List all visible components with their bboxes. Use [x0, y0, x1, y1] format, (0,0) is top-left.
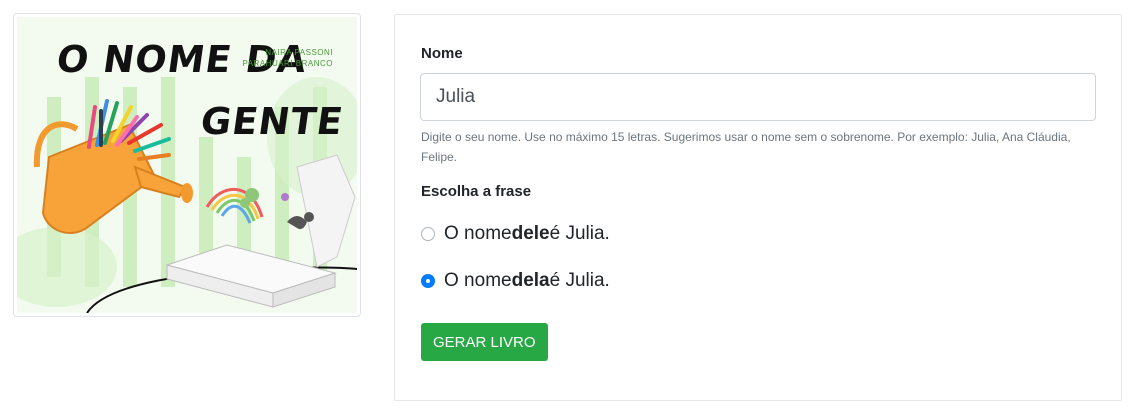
- phrase-option-dela-prefix: O nome: [444, 270, 512, 291]
- phrase-label: Escolha a frase: [421, 183, 532, 200]
- radio-dela[interactable]: [421, 274, 435, 288]
- cover-author: NAIRA PASSONI: [265, 48, 333, 57]
- generate-book-button[interactable]: GERAR LIVRO: [421, 323, 548, 361]
- phrase-option-dela-emph: dela: [511, 270, 550, 291]
- book-cover: O NOME DA GENTE NAIRA PASSONI PARAHUARI …: [17, 17, 357, 313]
- radio-dele[interactable]: [421, 227, 435, 241]
- phrase-option-dela[interactable]: O nome dela é Julia.: [421, 270, 610, 292]
- cover-title-line-2: GENTE: [197, 100, 347, 143]
- phrase-option-dela-suffix: é Julia.: [549, 270, 610, 291]
- phrase-option-dele-suffix: é Julia.: [549, 223, 610, 244]
- phrase-option-dele[interactable]: O nome dele é Julia.: [421, 223, 610, 245]
- phrase-option-dele-emph: dele: [511, 223, 550, 244]
- book-form-card: Nome Digite o seu nome. Use no máximo 15…: [394, 14, 1122, 401]
- cover-illustrator: PARAHUARI BRANCO: [242, 59, 333, 68]
- paper-stack-icon: [165, 244, 337, 308]
- phrase-option-dele-prefix: O nome: [444, 223, 512, 244]
- book-cover-frame: O NOME DA GENTE NAIRA PASSONI PARAHUARI …: [13, 13, 361, 317]
- name-label: Nome: [421, 45, 463, 62]
- name-help-text: Digite o seu nome. Use no máximo 15 letr…: [421, 130, 1071, 164]
- name-input[interactable]: [420, 73, 1096, 121]
